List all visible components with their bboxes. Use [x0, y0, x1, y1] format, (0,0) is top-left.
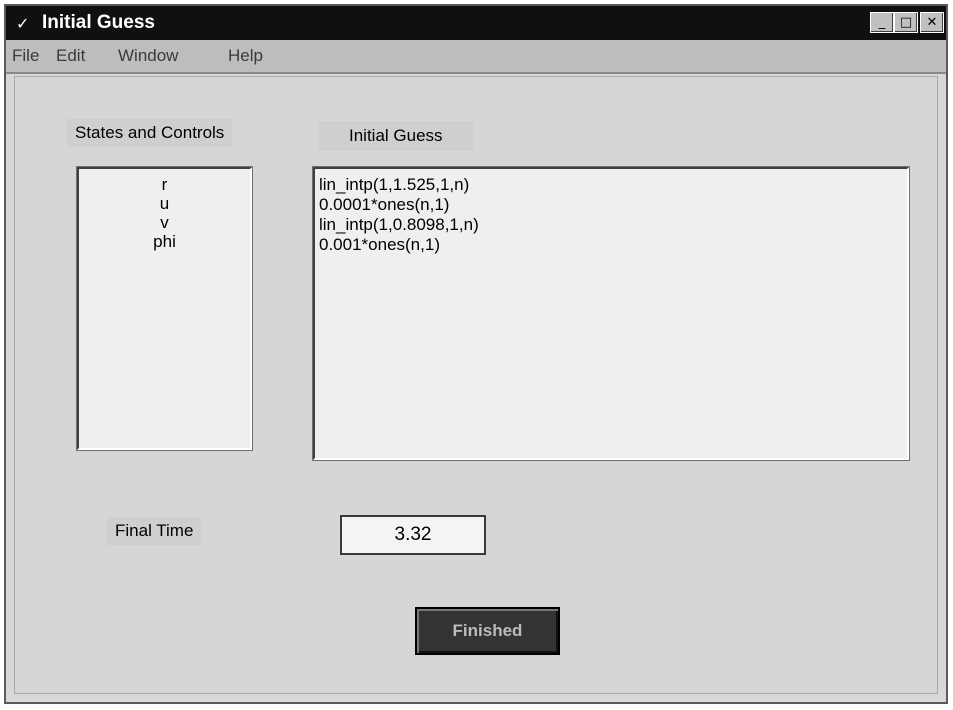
- finished-button[interactable]: Finished: [415, 607, 560, 655]
- list-item[interactable]: lin_intp(1,1.525,1,n): [319, 175, 907, 195]
- menu-bar: File Edit Window Help: [6, 40, 946, 74]
- menu-help[interactable]: Help: [228, 46, 263, 66]
- window-title: Initial Guess: [42, 12, 155, 33]
- initial-guess-window: ✓ Initial Guess _ □ ✕ File Edit Window H…: [4, 4, 948, 704]
- close-button[interactable]: ✕: [920, 12, 944, 33]
- maximize-button[interactable]: □: [894, 12, 918, 33]
- list-item[interactable]: 0.0001*ones(n,1): [319, 195, 907, 215]
- initial-guess-label: Initial Guess: [319, 121, 473, 151]
- menu-edit[interactable]: Edit: [56, 46, 85, 66]
- list-item[interactable]: lin_intp(1,0.8098,1,n): [319, 215, 907, 235]
- list-item[interactable]: u: [79, 194, 250, 213]
- menu-window[interactable]: Window: [118, 46, 178, 66]
- title-bar[interactable]: ✓ Initial Guess _ □ ✕: [6, 6, 946, 40]
- list-item[interactable]: v: [79, 213, 250, 232]
- dialog-body: States and Controls Initial Guess r u v …: [14, 76, 938, 694]
- check-icon: ✓: [16, 14, 30, 33]
- list-item[interactable]: phi: [79, 232, 250, 251]
- final-time-label: Final Time: [107, 517, 202, 545]
- menu-file[interactable]: File: [12, 46, 39, 66]
- states-and-controls-label: States and Controls: [67, 119, 233, 147]
- initial-guess-list[interactable]: lin_intp(1,1.525,1,n) 0.0001*ones(n,1) l…: [313, 167, 909, 460]
- list-item[interactable]: r: [79, 175, 250, 194]
- final-time-input[interactable]: 3.32: [340, 515, 486, 555]
- maximize-icon: □: [899, 15, 913, 30]
- close-icon: ✕: [926, 15, 938, 30]
- list-item[interactable]: 0.001*ones(n,1): [319, 235, 907, 255]
- states-list[interactable]: r u v phi: [77, 167, 252, 450]
- minimize-button[interactable]: _: [870, 12, 894, 33]
- minimize-icon: _: [878, 15, 886, 30]
